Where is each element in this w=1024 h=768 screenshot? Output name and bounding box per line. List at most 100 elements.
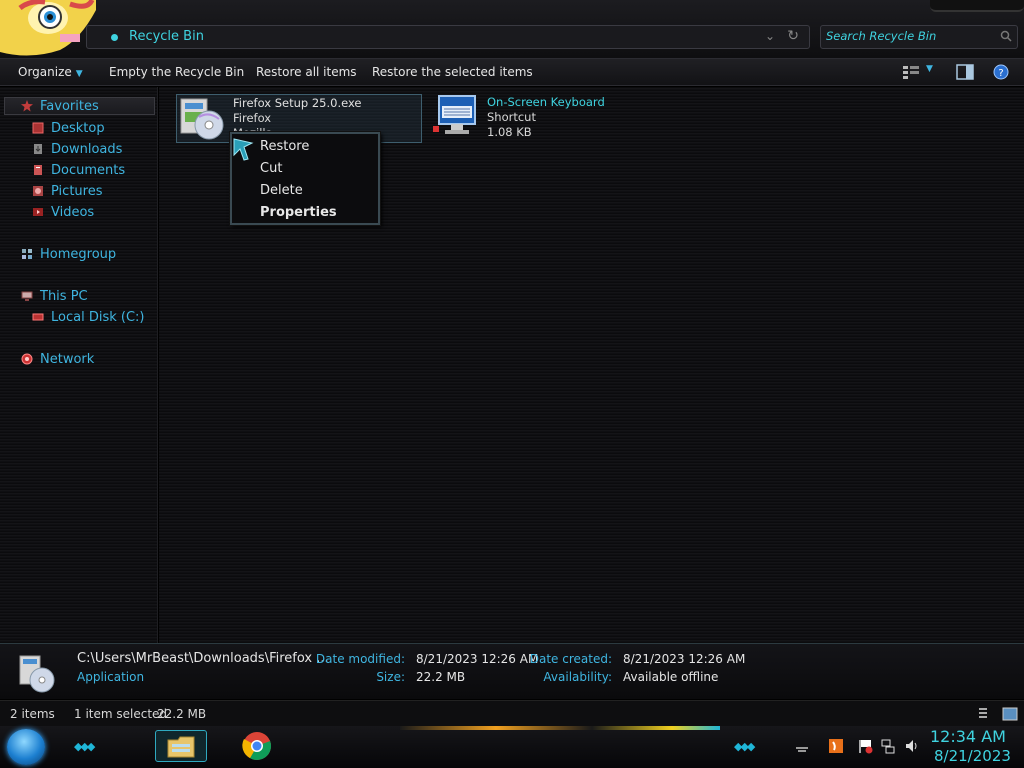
nav-this-pc[interactable]: This PC (21, 287, 88, 305)
videos-icon (33, 208, 43, 216)
documents-icon (34, 165, 42, 175)
details-pane: C:\Users\MrBeast\Downloads\Firefox ... A… (0, 643, 1024, 699)
nav-local-disk-label: Local Disk (C:) (51, 309, 145, 325)
file-company: Firefox (233, 111, 272, 125)
nav-documents-label: Documents (51, 162, 126, 178)
downloads-icon (34, 144, 42, 154)
homegroup-icon (22, 249, 32, 259)
nav-network-label: Network (40, 351, 95, 367)
nav-desktop-label: Desktop (51, 120, 105, 136)
nav-favorites[interactable]: Favorites (4, 97, 155, 115)
nav-desktop[interactable]: Desktop (32, 119, 105, 137)
network-icon (21, 353, 33, 365)
taskbar-ornament-strip (400, 726, 720, 730)
action-center-flag-icon[interactable] (857, 738, 873, 754)
file-size: 1.08 KB (487, 125, 532, 139)
view-options-chevron-icon[interactable]: ▼ (926, 64, 933, 74)
nav-favorites-label: Favorites (40, 98, 99, 114)
size-label: Size: (376, 670, 405, 684)
nav-homegroup-label: Homegroup (40, 246, 117, 262)
hard-drive-icon (32, 313, 44, 321)
restore-all-button[interactable]: Restore all items (256, 65, 357, 79)
folder-icon (167, 736, 195, 758)
file-name: Firefox Setup 25.0.exe (233, 96, 362, 110)
nav-videos-label: Videos (51, 204, 95, 220)
search-input[interactable] (826, 29, 996, 43)
refresh-icon[interactable]: ↻ (787, 28, 799, 44)
file-name: On-Screen Keyboard (487, 95, 605, 109)
clock-date[interactable]: 8/21/2023 (934, 747, 1011, 765)
taskbar-file-explorer[interactable] (155, 730, 207, 762)
window-frame-ornament (930, 0, 1024, 12)
file-type: Shortcut (487, 110, 536, 124)
selected-count: 1 item selected (74, 707, 168, 721)
clock-time[interactable]: 12:34 AM (930, 727, 1006, 746)
show-hidden-icons-icon[interactable] (794, 738, 810, 754)
svg-text:?: ? (998, 68, 1003, 79)
menu-item-cut[interactable]: Cut (260, 161, 282, 176)
availability-label: Availability: (543, 670, 612, 684)
java-update-icon[interactable] (828, 738, 844, 754)
date-modified-label: Date modified: (315, 652, 405, 666)
nav-homegroup[interactable]: Homegroup (21, 245, 116, 263)
breadcrumb[interactable]: Recycle Bin (129, 29, 204, 44)
nav-documents[interactable]: Documents (32, 161, 125, 179)
avatar-icon (0, 0, 96, 56)
command-bar: Organize ▼ Empty the Recycle Bin Restore … (0, 58, 1024, 86)
item-count: 2 items (10, 707, 55, 721)
address-bar[interactable]: Recycle Bin ⌄ ↻ (86, 25, 810, 49)
restore-selected-button[interactable]: Restore the selected items (372, 65, 533, 79)
date-created-value[interactable]: 8/21/2023 12:26 AM (623, 652, 745, 666)
change-view-icon[interactable] (902, 64, 920, 80)
availability-value: Available offline (623, 670, 719, 684)
address-dropdown-icon[interactable]: ⌄ (765, 29, 775, 43)
menu-item-delete[interactable]: Delete (260, 183, 303, 198)
help-icon[interactable]: ? (992, 64, 1010, 80)
selected-size: 22.2 MB (157, 707, 207, 721)
organize-button[interactable]: Organize ▼ (18, 65, 83, 79)
nav-videos[interactable]: Videos (32, 203, 94, 221)
pictures-icon (33, 186, 43, 196)
nav-pictures-label: Pictures (51, 183, 103, 199)
recycle-bin-small-icon (111, 34, 118, 41)
nav-pictures[interactable]: Pictures (32, 182, 102, 200)
search-box[interactable] (820, 25, 1018, 49)
date-created-label: Date created: (529, 652, 612, 666)
nav-network[interactable]: Network (21, 350, 94, 368)
details-path: C:\Users\MrBeast\Downloads\Firefox ... (77, 651, 329, 666)
size-value: 22.2 MB (416, 670, 466, 684)
nav-this-pc-label: This PC (40, 288, 88, 304)
favorites-star-icon (21, 100, 33, 112)
preview-pane-icon[interactable] (956, 64, 974, 80)
taskbar-ornament-left: ◆◆◆ (74, 740, 95, 753)
volume-icon[interactable] (904, 738, 920, 754)
organize-label: Organize (18, 65, 72, 79)
taskbar: ◆◆◆ ◆◆◆ 12:34 AM 8/21/2023 (0, 726, 1024, 768)
start-button[interactable] (7, 729, 45, 765)
empty-recycle-bin-button[interactable]: Empty the Recycle Bin (109, 65, 244, 79)
network-status-icon[interactable] (880, 738, 896, 754)
nav-downloads-label: Downloads (51, 141, 123, 157)
mouse-cursor-icon (233, 138, 254, 161)
taskbar-ornament-right: ◆◆◆ (734, 740, 755, 753)
navigation-pane: Favorites Desktop Downloads Documents Pi… (0, 87, 158, 643)
installer-disc-icon (180, 98, 224, 140)
chrome-icon (242, 732, 272, 760)
details-view-icon[interactable] (978, 707, 988, 721)
taskbar-chrome[interactable] (238, 730, 278, 762)
menu-item-properties[interactable]: Properties (260, 205, 337, 220)
nav-downloads[interactable]: Downloads (32, 140, 122, 158)
search-icon[interactable] (1000, 30, 1012, 42)
details-type: Application (77, 670, 145, 684)
nav-local-disk[interactable]: Local Disk (C:) (32, 308, 144, 326)
menu-item-restore[interactable]: Restore (260, 139, 309, 154)
title-bar: Recycle Bin ⌄ ↻ (0, 0, 1024, 58)
file-item-on-screen-keyboard[interactable]: On-Screen Keyboard Shortcut 1.08 KB (431, 94, 631, 143)
chevron-down-icon: ▼ (75, 69, 83, 79)
large-icons-view-icon[interactable] (1002, 707, 1018, 721)
status-bar: 2 items 1 item selected 22.2 MB (0, 700, 1024, 726)
computer-icon (21, 291, 33, 301)
desktop-icon (32, 122, 44, 134)
keyboard-monitor-icon (433, 95, 476, 134)
installer-disc-icon (19, 655, 55, 693)
